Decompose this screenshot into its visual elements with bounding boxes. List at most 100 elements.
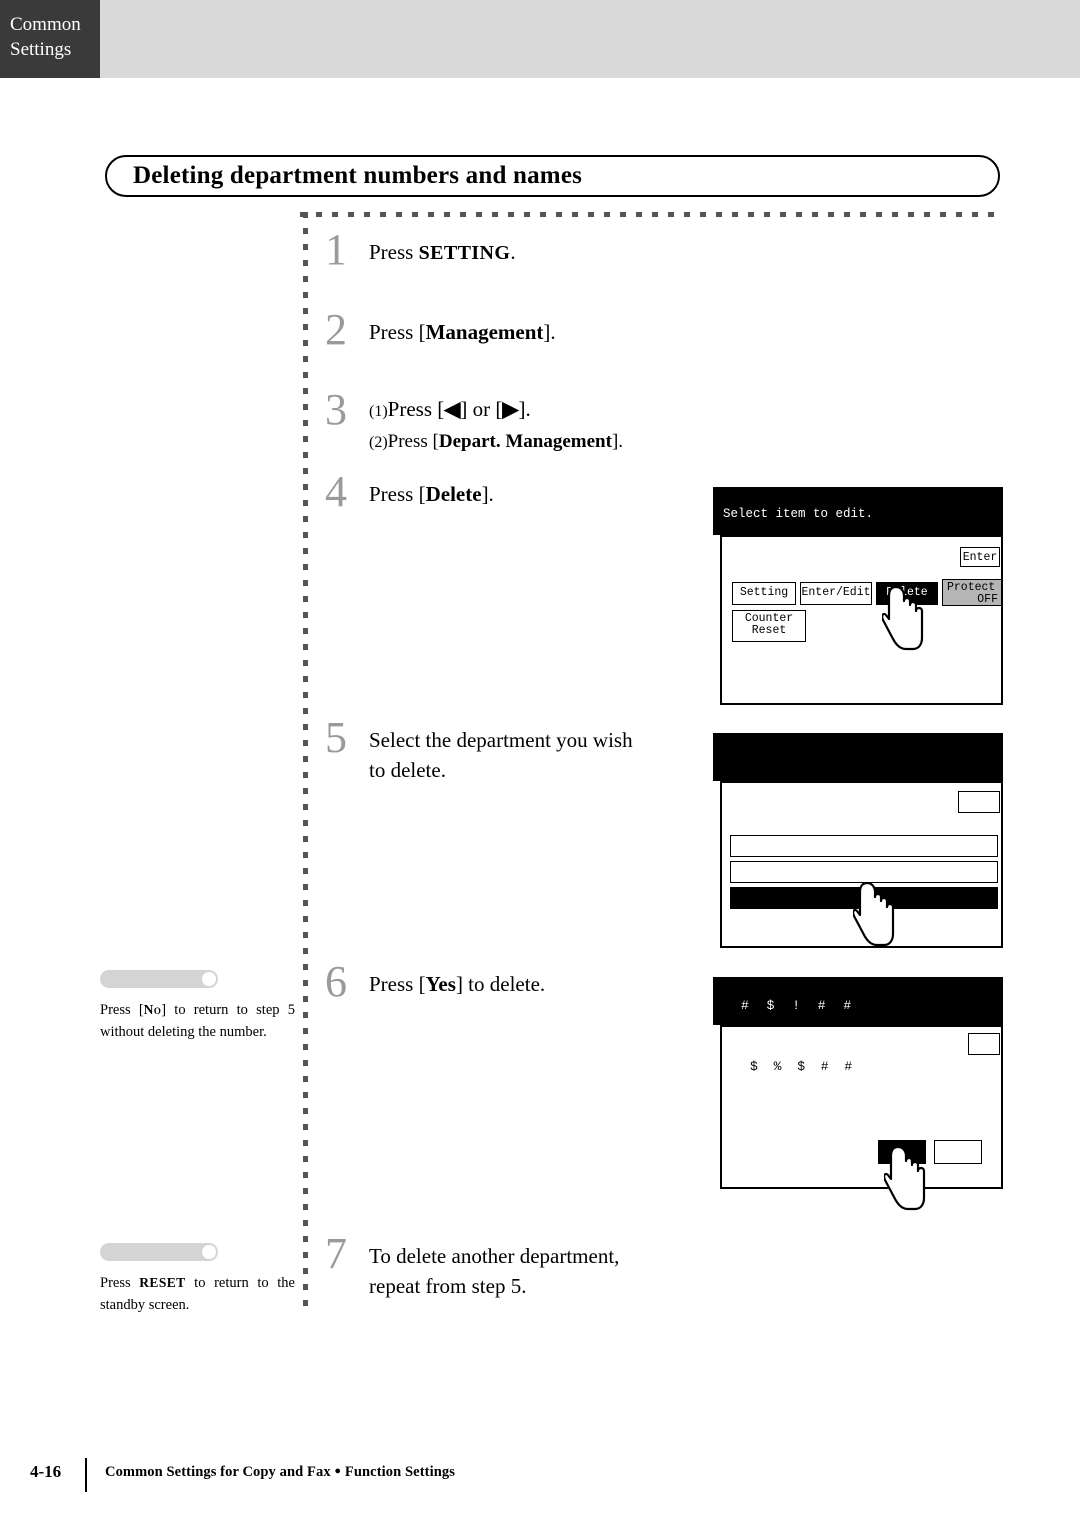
- step-7-number: 7: [325, 1229, 347, 1278]
- step-4-text-before: Press [: [369, 482, 426, 506]
- step-3-substep-2-label: (2): [369, 434, 388, 451]
- note-2-line1: Press: [100, 1275, 140, 1291]
- step-3-text: (1)Press [◀] or [▶]. (2)Press [Depart. M…: [369, 388, 623, 458]
- step-1-text: Press SETTING.: [369, 228, 516, 268]
- step-3-left-arrow-icon: ◀: [444, 397, 461, 421]
- lcd-panel-5-titlebar: [713, 733, 1003, 781]
- step-4-text: Press [Delete].: [369, 470, 494, 509]
- step-1-text-after: .: [510, 240, 516, 264]
- step-3-substep-2-after: ].: [611, 431, 624, 452]
- step-2-text-before: Press [: [369, 320, 426, 344]
- lcd-key-enter-label: Enter: [962, 551, 998, 564]
- lcd-panel-select-department: [713, 733, 1003, 948]
- step-7-line2: repeat from step 5.: [369, 1274, 527, 1298]
- lcd-panel-6-top-key[interactable]: [968, 1033, 1000, 1055]
- step-5: 5 Select the department you wish to dele…: [325, 716, 699, 785]
- page-number: 4-16: [30, 1462, 62, 1481]
- chapter-tab-line2: Settings: [10, 39, 72, 60]
- lcd-key-enter-edit[interactable]: Enter/Edit: [800, 582, 872, 605]
- dotted-divider-horizontal: [300, 212, 1000, 217]
- note-reset-key-text: Press RESET to return to the standby scr…: [100, 1272, 295, 1316]
- step-1-key: SETTING: [418, 242, 511, 264]
- step-5-line1: Select the department you wish: [369, 728, 633, 752]
- note-1-line1: Press [: [100, 1002, 144, 1018]
- lcd-panel-6-title: # $ ! # #: [741, 998, 857, 1013]
- lcd-confirm-message: $ % $ # #: [750, 1059, 857, 1074]
- step-3-number: 3: [325, 385, 347, 434]
- lcd-panel-6-titlebar: # $ ! # #: [713, 977, 1003, 1025]
- lcd-department-row-1[interactable]: [730, 835, 998, 857]
- step-2-text-after: ].: [543, 320, 556, 344]
- step-4-key: Delete: [425, 482, 482, 506]
- step-6: 6 Press [Yes] to delete.: [325, 960, 545, 1004]
- step-3-substep-2-before: Press [: [387, 431, 439, 452]
- lcd-key-no[interactable]: [934, 1140, 982, 1164]
- note-1-line2: ] to return to: [161, 1002, 248, 1018]
- lcd-panel-4-titlebar: Select item to edit.: [713, 487, 1003, 535]
- note-pill-icon: [100, 970, 218, 988]
- step-3-substep-1-before: Press [: [387, 397, 445, 421]
- step-4: 4 Press [Delete].: [325, 470, 494, 514]
- pointing-hand-icon-3: [884, 1145, 926, 1211]
- step-1: 1 Press SETTING.: [325, 228, 516, 272]
- step-4-text-after: ].: [481, 482, 494, 506]
- lcd-department-row-2[interactable]: [730, 861, 998, 883]
- step-1-number: 1: [325, 225, 347, 274]
- pointing-hand-icon: [882, 585, 924, 651]
- step-3-substep-1-after: ].: [518, 397, 531, 421]
- step-4-number: 4: [325, 467, 347, 516]
- lcd-panel-4-title: Select item to edit.: [723, 507, 874, 521]
- step-2-number: 2: [325, 305, 347, 354]
- note-pill-icon-2: [100, 1243, 218, 1261]
- lcd-key-enter-edit-label: Enter/Edit: [801, 586, 871, 599]
- lcd-panel-4-screen: Enter Setting Enter/Edit Delete Protect …: [720, 535, 1003, 705]
- lcd-key-setting-label: Setting: [739, 586, 789, 599]
- note-1-line4: the number.: [198, 1024, 267, 1040]
- lcd-key-setting[interactable]: Setting: [732, 582, 796, 605]
- step-7: 7 To delete another department, repeat f…: [325, 1232, 709, 1301]
- step-7-line1: To delete another department,: [369, 1244, 620, 1268]
- lcd-key-protect[interactable]: Protect OFF: [942, 579, 1002, 606]
- lcd-key-counter-reset-line2: Reset: [751, 624, 787, 637]
- step-6-text-after: ] to delete.: [455, 972, 546, 996]
- step-6-text-before: Press [: [369, 972, 426, 996]
- step-6-number: 6: [325, 957, 347, 1006]
- footer-divider: [85, 1458, 87, 1492]
- footer-caption-right: Function Settings: [341, 1464, 455, 1480]
- lcd-panel-5-screen: [720, 781, 1003, 948]
- step-3-substep-1-mid: ] or [: [460, 397, 503, 421]
- step-5-number: 5: [325, 713, 347, 762]
- lcd-panel-6-screen: $ % $ # #: [720, 1025, 1003, 1211]
- dotted-divider-vertical: [303, 212, 308, 1307]
- lcd-key-enter[interactable]: Enter: [960, 547, 1000, 567]
- footer-caption: Common Settings for Copy and Fax ● Funct…: [105, 1464, 455, 1481]
- step-3-substep-1: (1)Press [◀] or [▶].: [369, 394, 623, 427]
- step-7-text: To delete another department, repeat fro…: [369, 1232, 709, 1301]
- step-5-line2: to delete.: [369, 758, 446, 782]
- lcd-panel-confirm-delete: # $ ! # # $ % $ # #: [713, 977, 1003, 1211]
- step-3: 3 (1)Press [◀] or [▶]. (2)Press [Depart.…: [325, 388, 623, 458]
- step-3-right-arrow-icon: ▶: [502, 397, 519, 421]
- step-2-text: Press [Management].: [369, 308, 556, 347]
- step-1-text-before: Press: [369, 240, 419, 264]
- lcd-panel-select-item: Select item to edit. Enter Setting Enter…: [713, 487, 1003, 705]
- chapter-tab-line1: Common: [10, 14, 81, 35]
- step-2: 2 Press [Management].: [325, 308, 556, 352]
- lcd-key-counter-reset[interactable]: Counter Reset: [732, 610, 806, 642]
- footer-caption-left: Common Settings for Copy and Fax: [105, 1464, 335, 1480]
- step-3-substep-2: (2)Press [Depart. Management].: [369, 427, 623, 458]
- page-header-bar: [0, 0, 1080, 78]
- lcd-panel-5-top-key[interactable]: [958, 791, 1000, 813]
- note-2-key: RESET: [139, 1275, 186, 1290]
- step-6-key: Yes: [425, 972, 456, 996]
- note-1-key: No: [143, 1002, 162, 1017]
- chapter-tab: Common Settings: [0, 0, 100, 78]
- note-2-line2: to return to: [185, 1275, 269, 1291]
- lcd-key-protect-state: OFF: [977, 593, 998, 606]
- page-title: Deleting department numbers and names: [133, 162, 583, 189]
- note-no-key-text: Press [No] to return to step 5 without d…: [100, 999, 295, 1043]
- step-6-text: Press [Yes] to delete.: [369, 960, 545, 999]
- note-no-key: Press [No] to return to step 5 without d…: [100, 970, 295, 1043]
- step-3-substep-2-key: Depart. Management: [438, 431, 612, 452]
- step-5-text: Select the department you wish to delete…: [369, 716, 699, 785]
